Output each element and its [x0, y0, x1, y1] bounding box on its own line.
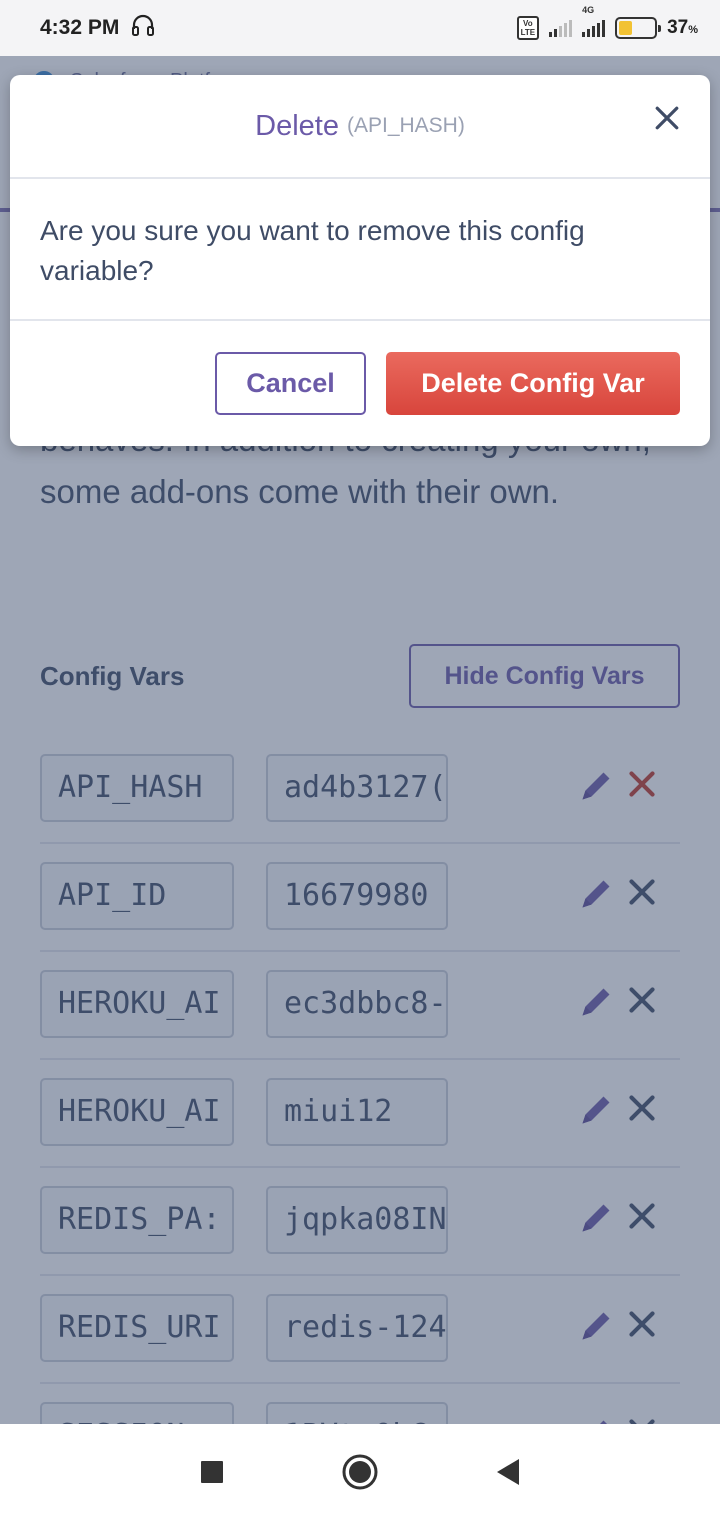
signal-icon-2	[582, 19, 606, 37]
dialog-footer: Cancel Delete Config Var	[10, 321, 710, 446]
battery-percent: 37%	[667, 17, 698, 38]
dialog-subtitle: (API_HASH)	[346, 114, 465, 137]
dialog-message: Are you sure you want to remove this con…	[10, 179, 710, 321]
cancel-button[interactable]: Cancel	[215, 352, 366, 415]
headphones-icon	[131, 13, 155, 43]
network-type: 4G	[582, 5, 606, 37]
battery-fill	[619, 21, 632, 35]
signal-icon-1	[549, 19, 573, 37]
battery-icon	[615, 17, 662, 39]
dialog-header: Delete (API_HASH)	[10, 75, 710, 179]
status-left: 4:32 PM	[40, 13, 155, 43]
home-button[interactable]	[334, 1446, 386, 1498]
delete-config-var-dialog: Delete (API_HASH) Are you sure you want …	[10, 75, 710, 446]
circle-icon	[342, 1454, 378, 1490]
network-type-label: 4G	[582, 5, 595, 15]
status-time: 4:32 PM	[40, 16, 120, 39]
status-right: Vo LTE 4G 37%	[516, 5, 698, 40]
dialog-title: Delete	[255, 109, 339, 142]
delete-config-var-button[interactable]: Delete Config Var	[386, 352, 680, 415]
recent-apps-button[interactable]	[186, 1446, 238, 1498]
square-icon	[201, 1461, 223, 1483]
system-nav-bar	[0, 1424, 720, 1520]
triangle-back-icon	[497, 1459, 519, 1485]
close-icon[interactable]	[654, 105, 680, 131]
status-bar: 4:32 PM Vo LTE 4G 37%	[0, 0, 720, 56]
back-button[interactable]	[482, 1446, 534, 1498]
volte-icon: Vo LTE	[516, 16, 540, 40]
